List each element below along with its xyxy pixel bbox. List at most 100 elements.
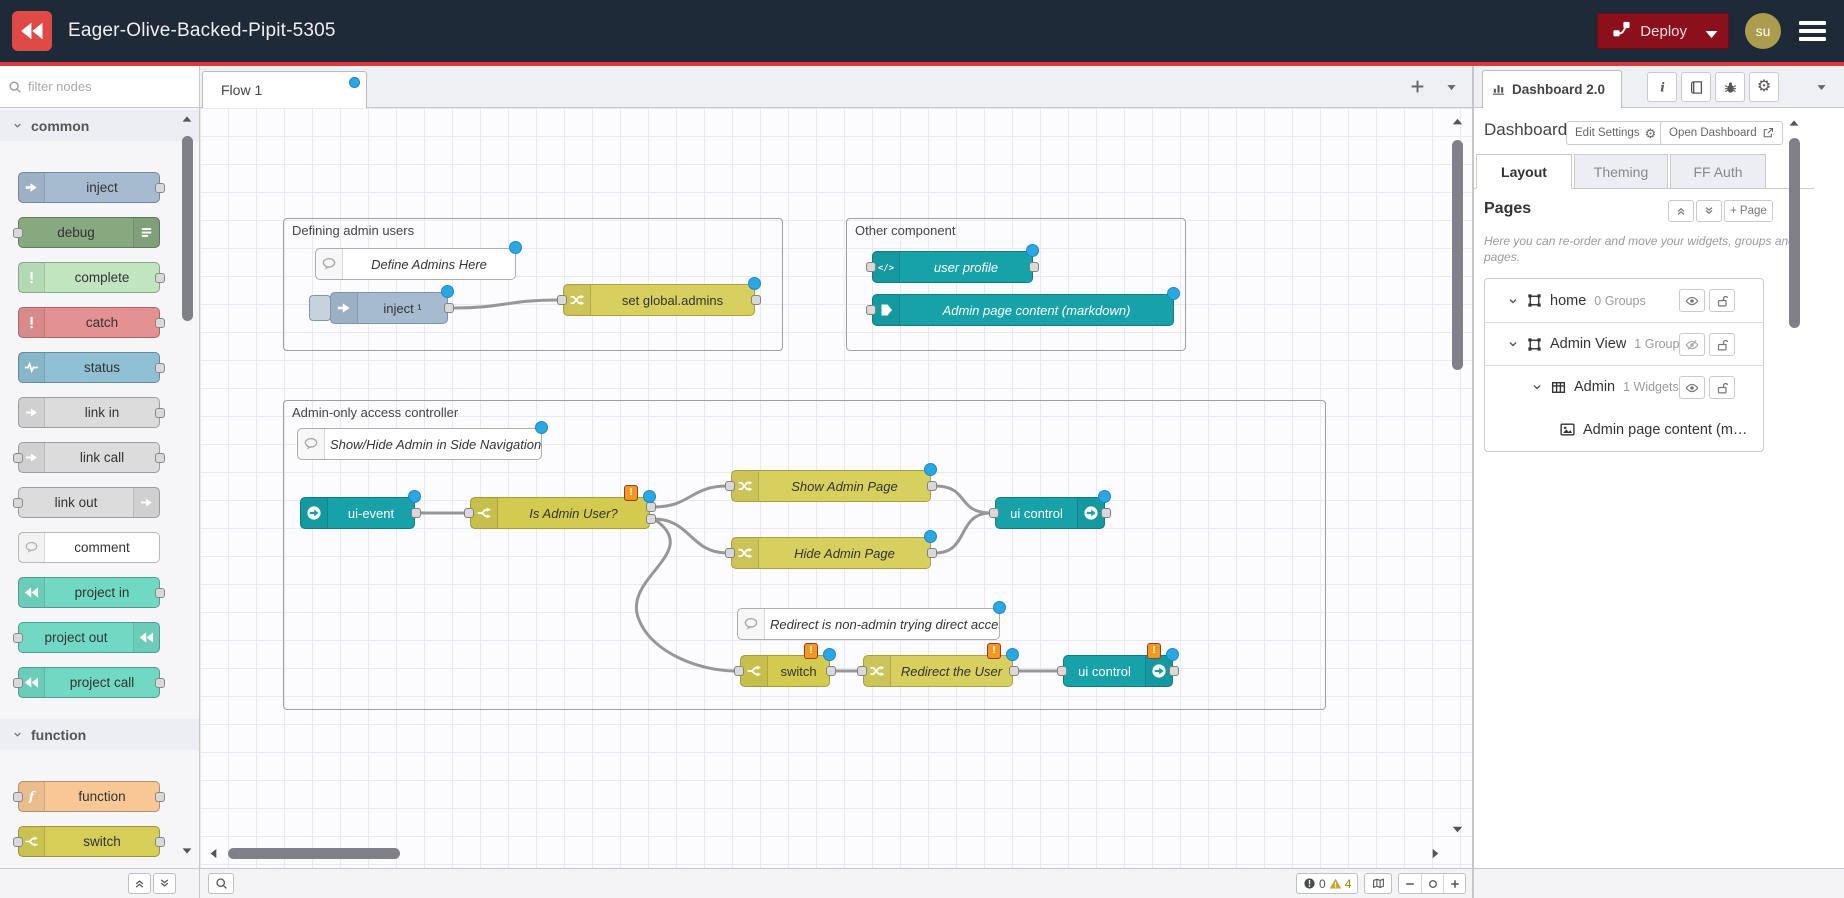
canvas-horizontal-scrollbar[interactable] (228, 848, 400, 859)
zoom-reset-button[interactable] (1421, 874, 1443, 893)
node-input-port[interactable] (725, 481, 735, 491)
palette-node-debug[interactable]: debug (18, 217, 160, 248)
node-redirect[interactable]: Redirect the User (863, 655, 1013, 687)
node-output-port[interactable] (1029, 262, 1039, 272)
node-input-port[interactable] (725, 548, 735, 558)
node-output-port[interactable] (444, 303, 454, 313)
chevron-down-icon[interactable] (1507, 295, 1519, 307)
move-up-button[interactable] (1668, 200, 1694, 222)
palette-node-project-out[interactable]: project out (18, 622, 160, 653)
node-output-port[interactable] (826, 666, 836, 676)
canvas-scroll-down-icon[interactable] (1450, 822, 1465, 837)
node-inject1[interactable]: inject ¹ (330, 292, 448, 324)
palette-node-project-in[interactable]: project in (18, 577, 160, 608)
node-output-port[interactable] (927, 481, 937, 491)
node-isadmin[interactable]: Is Admin User? (470, 497, 650, 529)
lock-toggle-button[interactable] (1709, 376, 1735, 399)
group-other-component[interactable]: Other component (846, 218, 1186, 351)
node-output-port[interactable] (1009, 666, 1019, 676)
tab-dashboard-2[interactable]: Dashboard 2.0 (1482, 70, 1622, 108)
palette-category-function[interactable]: function (0, 719, 199, 750)
palette-node-comment[interactable]: comment (18, 532, 160, 563)
tab-ff-auth[interactable]: FF Auth (1670, 154, 1766, 189)
node-hideadmin[interactable]: Hide Admin Page (731, 537, 931, 569)
edit-settings-button[interactable]: Edit Settings ⚙ (1566, 121, 1665, 145)
node-input-port[interactable] (464, 508, 474, 518)
visibility-toggle-button[interactable] (1679, 289, 1705, 312)
palette-node-catch[interactable]: catch (18, 307, 160, 338)
node-comment4[interactable]: Redirect is non-admin trying direct acce… (737, 608, 1000, 640)
add-page-button[interactable]: + Page (1724, 200, 1773, 222)
tree-row-admin[interactable]: Admin1 Widgets (1485, 365, 1763, 408)
node-output-port[interactable] (927, 548, 937, 558)
move-down-button[interactable] (1696, 200, 1722, 222)
sidebar-scroll-up-icon[interactable] (1787, 116, 1801, 130)
tree-row-admin-view[interactable]: Admin View1 Groups (1485, 322, 1763, 365)
canvas-vertical-scrollbar[interactable] (1452, 140, 1463, 370)
user-avatar[interactable]: su (1745, 13, 1781, 49)
deploy-button[interactable]: Deploy (1597, 13, 1729, 49)
tab-layout[interactable]: Layout (1476, 154, 1572, 189)
deploy-caret-icon[interactable] (1702, 25, 1714, 37)
debug-button[interactable] (1715, 72, 1745, 102)
palette-scroll-up-icon[interactable] (180, 112, 194, 126)
node-output-port[interactable] (646, 514, 656, 524)
visibility-toggle-button[interactable] (1679, 376, 1705, 399)
open-dashboard-button[interactable]: Open Dashboard (1660, 121, 1783, 145)
tree-row-admin-page-content-markdown[interactable]: Admin page content (markdown) (1485, 408, 1763, 451)
node-uicontrol2[interactable]: ui control (1063, 655, 1173, 687)
node-output-port[interactable] (1169, 666, 1179, 676)
palette-node-inject[interactable]: inject (18, 172, 160, 203)
flow-list-caret-icon[interactable] (1445, 81, 1458, 94)
palette-node-complete[interactable]: complete (18, 262, 160, 293)
node-input-port[interactable] (989, 508, 999, 518)
node-userprofile[interactable]: </>user profile (872, 251, 1033, 283)
node-input-port[interactable] (1057, 666, 1067, 676)
node-input-port[interactable] (857, 666, 867, 676)
node-comment1[interactable]: Define Admins Here (315, 248, 516, 280)
node-showadmin[interactable]: Show Admin Page (731, 470, 931, 502)
palette-scroll-down-icon[interactable] (180, 844, 194, 858)
info-button[interactable]: i (1647, 72, 1677, 102)
lock-toggle-button[interactable] (1709, 289, 1735, 312)
chevron-down-icon[interactable] (1531, 381, 1543, 393)
palette-node-function[interactable]: ffunction (18, 781, 160, 812)
node-output-port[interactable] (751, 295, 761, 305)
visibility-toggle-button[interactable] (1679, 333, 1705, 356)
palette-expand-all-button[interactable] (153, 873, 176, 894)
node-input-port[interactable] (866, 305, 876, 315)
zoom-in-button[interactable] (1443, 874, 1465, 893)
search-input[interactable] (28, 79, 178, 94)
canvas-scroll-right-icon[interactable] (1428, 846, 1443, 861)
flow-canvas[interactable]: Defining admin usersOther componentAdmin… (200, 108, 1472, 868)
palette-node-link-in[interactable]: link in (18, 397, 160, 428)
node-admincontent[interactable]: Admin page content (markdown) (872, 294, 1174, 326)
inject-button[interactable] (309, 295, 331, 321)
search-flows-button[interactable] (208, 873, 234, 894)
node-output-port[interactable] (1101, 508, 1111, 518)
tab-theming[interactable]: Theming (1574, 154, 1668, 189)
notification-counts[interactable]: 0 4 (1296, 873, 1358, 894)
palette-category-common[interactable]: common (0, 110, 199, 141)
minimap-button[interactable] (1364, 873, 1392, 894)
palette-node-link-call[interactable]: link call (18, 442, 160, 473)
palette-scrollbar[interactable] (182, 136, 193, 321)
node-change1[interactable]: set global.admins (563, 284, 755, 316)
sidebar-caret-icon[interactable] (1815, 81, 1828, 94)
palette-node-status[interactable]: status (18, 352, 160, 383)
node-output-port[interactable] (646, 502, 656, 512)
node-input-port[interactable] (557, 295, 567, 305)
palette-node-link-out[interactable]: link out (18, 487, 160, 518)
lock-toggle-button[interactable] (1709, 333, 1735, 356)
node-uievent[interactable]: ui-event (300, 497, 415, 529)
palette-node-switch[interactable]: switch (18, 826, 160, 857)
canvas-scroll-left-icon[interactable] (206, 846, 221, 861)
add-flow-icon[interactable] (1409, 78, 1426, 95)
chevron-down-icon[interactable] (1507, 338, 1519, 350)
sidebar-scrollbar[interactable] (1789, 138, 1800, 328)
tab-flow-1[interactable]: Flow 1 (202, 71, 367, 108)
node-input-port[interactable] (734, 666, 744, 676)
canvas-scroll-up-icon[interactable] (1450, 114, 1465, 129)
node-comment3[interactable]: Show/Hide Admin in Side Navigation (297, 428, 542, 460)
node-input-port[interactable] (866, 262, 876, 272)
